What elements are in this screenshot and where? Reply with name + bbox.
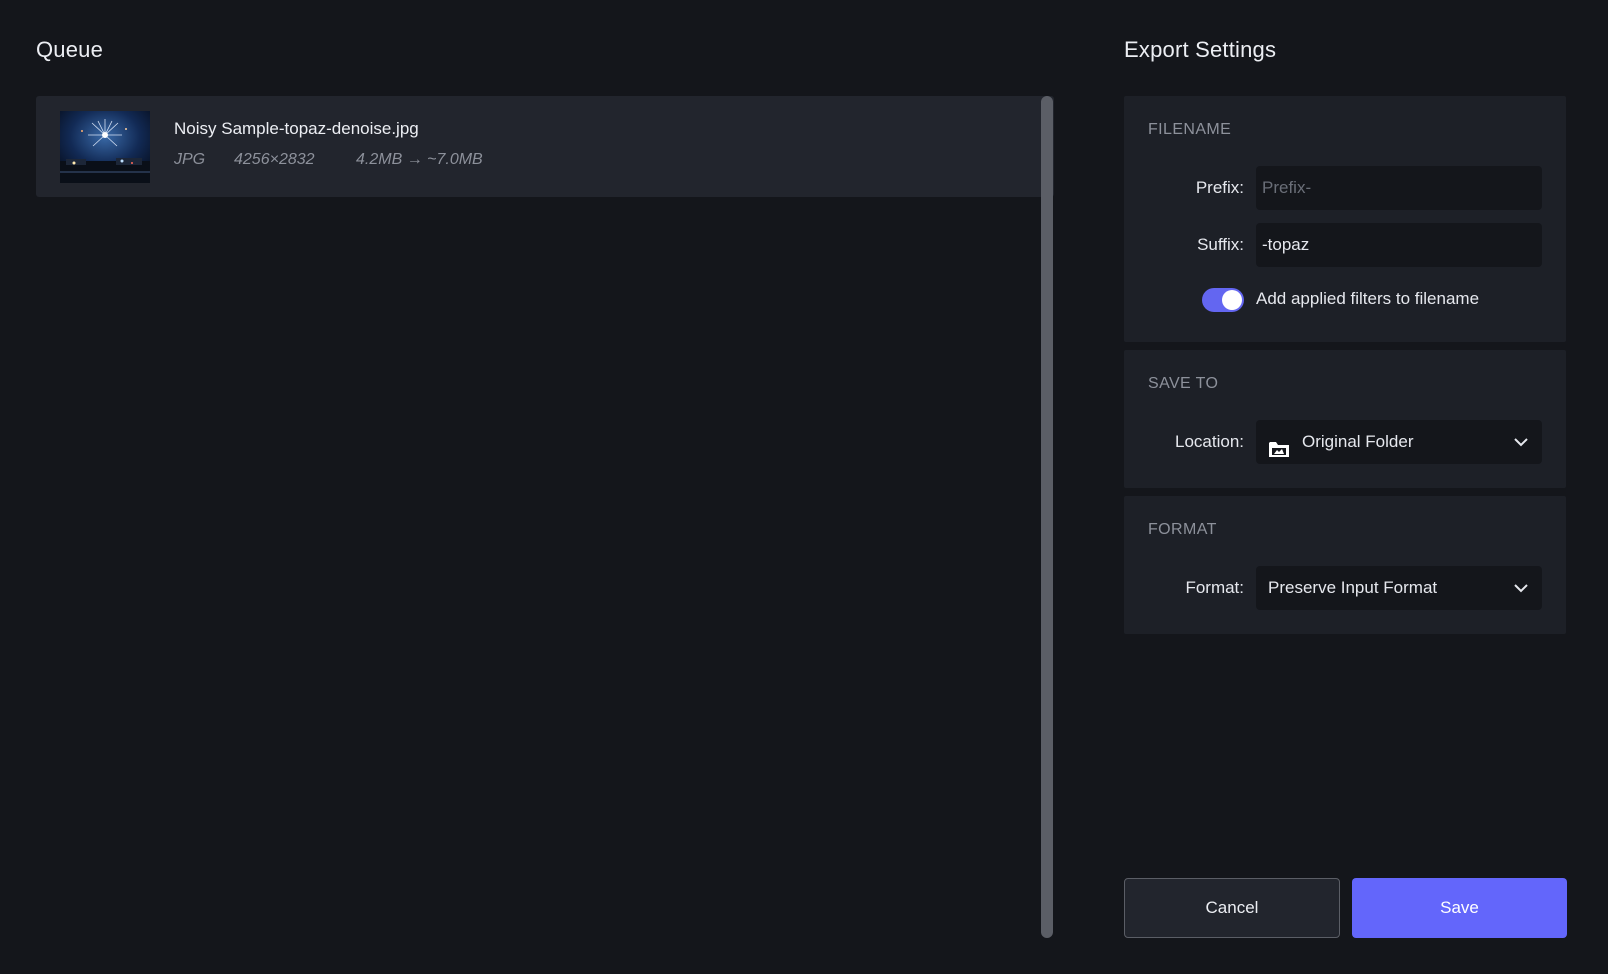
format-label: Format: (1185, 578, 1244, 597)
queue-item-dimensions: 4256×2832 (234, 151, 315, 168)
suffix-input[interactable]: -topaz (1256, 223, 1542, 267)
filename-panel: FILENAME Prefix: Prefix- Suffix: -topaz … (1124, 96, 1566, 342)
prefix-input[interactable]: Prefix- (1256, 166, 1542, 210)
location-dropdown[interactable]: Original Folder (1256, 420, 1542, 464)
queue-item-format: JPG (174, 151, 206, 168)
export-settings-title: Export Settings (1124, 37, 1277, 62)
queue-item-size: 4.2MB → ~7.0MB (356, 151, 483, 168)
queue-item[interactable]: Noisy Sample-topaz-denoise.jpg JPG 4256×… (36, 96, 1054, 197)
format-section-title: FORMAT (1148, 521, 1217, 538)
queue-title: Queue (36, 37, 104, 62)
format-panel: FORMAT Format: Preserve Input Format (1124, 496, 1566, 634)
format-dropdown[interactable]: Preserve Input Format (1256, 566, 1542, 610)
folder-icon (1268, 432, 1290, 457)
add-filters-toggle[interactable] (1202, 288, 1244, 312)
format-value: Preserve Input Format (1268, 578, 1438, 597)
save-to-section-title: SAVE TO (1148, 375, 1219, 392)
suffix-label: Suffix: (1197, 235, 1244, 254)
filename-section-title: FILENAME (1148, 121, 1232, 138)
save-to-panel: SAVE TO Location: Original Folder (1124, 350, 1566, 488)
location-value: Original Folder (1302, 432, 1414, 451)
location-label: Location: (1175, 432, 1244, 451)
cancel-button[interactable]: Cancel (1124, 878, 1340, 938)
thumbnail-image (60, 111, 150, 183)
queue-item-filename: Noisy Sample-topaz-denoise.jpg (174, 119, 419, 138)
add-filters-toggle-label: Add applied filters to filename (1256, 289, 1480, 308)
toggle-knob (1222, 290, 1242, 310)
prefix-label: Prefix: (1195, 178, 1244, 197)
save-button[interactable]: Save (1352, 878, 1567, 938)
queue-scrollbar[interactable] (1041, 96, 1053, 938)
chevron-down-icon (1514, 584, 1528, 593)
chevron-down-icon (1514, 438, 1528, 447)
